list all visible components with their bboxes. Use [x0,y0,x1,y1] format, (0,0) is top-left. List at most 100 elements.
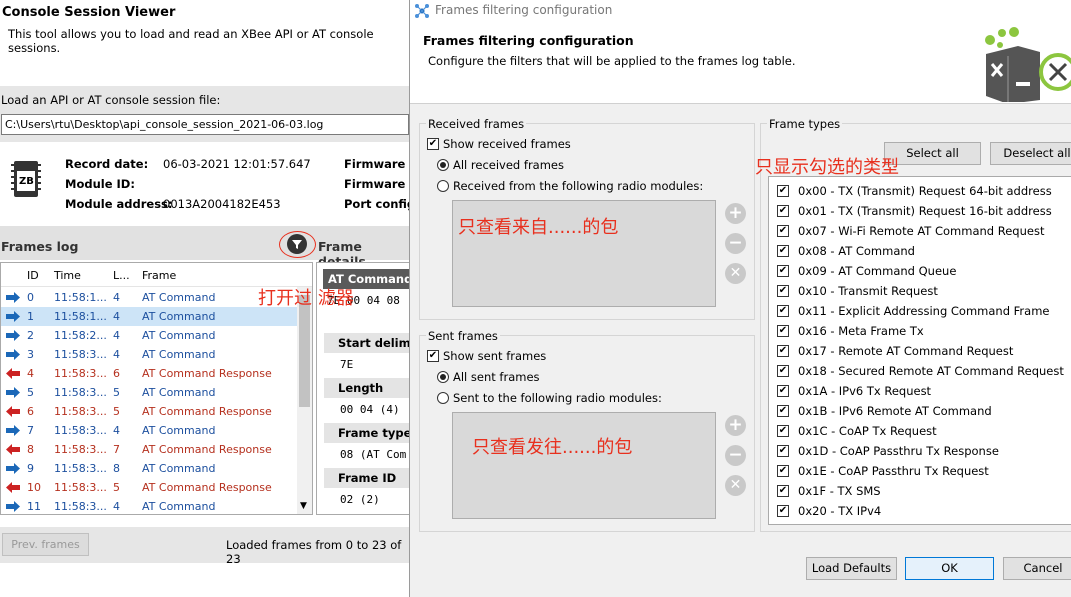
add-sent-module-button[interactable]: + [725,415,746,436]
frame-type-checkbox[interactable]: ✔ [777,305,789,317]
detail-field-value: 02 (2) [340,493,380,506]
all-received-radio[interactable] [437,159,449,171]
table-row[interactable]: 7 11:58:3... 4 AT Command [1,421,297,440]
frame-type-checkbox[interactable]: ✔ [777,205,789,217]
row-length: 5 [113,386,120,399]
frame-type-label: 0x20 - TX IPv4 [798,504,882,518]
row-id: 11 [27,500,41,513]
cancel-button[interactable]: Cancel [1003,557,1071,580]
table-row[interactable]: 1 11:58:1... 4 AT Command [1,307,297,326]
module-address-value: 0013A2004182E453 [163,197,281,211]
dialog-banner: Frames filtering configuration Configure… [410,22,1071,104]
frame-type-checkbox[interactable]: ✔ [777,225,789,237]
frame-type-label: 0x1A - IPv6 Tx Request [798,384,932,398]
clear-sent-modules-button[interactable]: ✕ [725,475,746,496]
frame-type-checkbox[interactable]: ✔ [777,325,789,337]
clear-received-modules-button[interactable]: ✕ [725,263,746,284]
row-length: 5 [113,481,120,494]
table-row[interactable]: 4 11:58:3... 6 AT Command Response [1,364,297,383]
row-frame: AT Command Response [142,367,272,380]
add-received-module-button[interactable]: + [725,203,746,224]
annotation-only-to: 只查看发往......的包 [472,437,633,458]
frame-type-label: 0x16 - Meta Frame Tx [798,324,924,338]
frame-type-checkbox[interactable]: ✔ [777,465,789,477]
table-row[interactable]: 2 11:58:2... 4 AT Command [1,326,297,345]
col-length[interactable]: L... [113,269,130,282]
row-length: 4 [113,424,120,437]
row-time: 11:58:3... [54,367,107,380]
row-time: 11:58:3... [54,348,107,361]
row-time: 11:58:3... [54,500,107,513]
frame-type-checkbox[interactable]: ✔ [777,425,789,437]
frame-type-checkbox[interactable]: ✔ [777,265,789,277]
table-row[interactable]: 6 11:58:3... 5 AT Command Response [1,402,297,421]
outgoing-arrow-icon [6,463,20,474]
row-id: 3 [27,348,34,361]
load-defaults-button[interactable]: Load Defaults [806,557,897,580]
frames-filter-dialog: Frames filtering configuration Frames fi… [409,0,1071,597]
table-row[interactable]: 11 11:58:3... 4 AT Command [1,497,297,514]
dialog-titlebar: Frames filtering configuration [410,0,1071,22]
frame-type-label: 0x10 - Transmit Request [798,284,938,298]
frame-type-checkbox[interactable]: ✔ [777,385,789,397]
table-row[interactable]: 8 11:58:3... 7 AT Command Response [1,440,297,459]
row-length: 6 [113,367,120,380]
table-row[interactable]: 3 11:58:3... 4 AT Command [1,345,297,364]
annotation-show-checked: 只显示勾选的类型 [755,157,899,178]
frame-type-checkbox[interactable]: ✔ [777,185,789,197]
scroll-down-icon[interactable]: ▼ [300,501,307,511]
col-time[interactable]: Time [54,269,81,282]
row-frame: AT Command [142,348,216,361]
record-date-value: 06-03-2021 12:01:57.647 [163,157,311,171]
row-id: 7 [27,424,34,437]
sent-modules-list[interactable] [452,412,716,519]
row-length: 4 [113,500,120,513]
ok-button[interactable]: OK [905,557,994,580]
outgoing-arrow-icon [6,311,20,322]
scrollbar-thumb[interactable] [299,295,310,407]
xbee-chip-icon: ZB [11,158,41,200]
table-row[interactable]: 9 11:58:3... 8 AT Command [1,459,297,478]
prev-frames-button[interactable]: Prev. frames [2,533,89,556]
tools-box-icon [985,27,1071,102]
show-sent-checkbox[interactable]: ✔ [427,350,439,362]
file-path-input[interactable]: C:\Users\rtu\Desktop\api_console_session… [1,114,409,135]
frame-type-label: 0x11 - Explicit Addressing Command Frame [798,304,1050,318]
remove-received-module-button[interactable]: − [725,233,746,254]
table-row[interactable]: 0 11:58:1... 4 AT Command [1,288,297,307]
remove-sent-module-button[interactable]: − [725,445,746,466]
frame-type-checkbox[interactable]: ✔ [777,405,789,417]
received-from-radio[interactable] [437,180,449,192]
received-frames-legend: Received frames [426,117,527,131]
show-received-checkbox[interactable]: ✔ [427,138,439,150]
row-frame: AT Command Response [142,405,272,418]
col-frame[interactable]: Frame [142,269,176,282]
frame-type-checkbox[interactable]: ✔ [777,505,789,517]
dialog-heading: Frames filtering configuration [423,33,634,48]
row-length: 4 [113,291,120,304]
table-row[interactable]: 10 11:58:3... 5 AT Command Response [1,478,297,497]
frame-type-label: 0x09 - AT Command Queue [798,264,957,278]
frame-type-checkbox[interactable]: ✔ [777,485,789,497]
deselect-all-button[interactable]: Deselect all [990,142,1071,165]
sent-to-radio[interactable] [437,392,449,404]
detail-field-header: Frame ID [324,468,410,488]
row-id: 2 [27,329,34,342]
frame-types-list[interactable]: ✔ 0x00 - TX (Transmit) Request 64-bit add… [768,176,1071,525]
frame-type-checkbox[interactable]: ✔ [777,245,789,257]
module-id-label: Module ID: [65,177,135,191]
table-row[interactable]: 5 11:58:3... 5 AT Command [1,383,297,402]
row-frame: AT Command Response [142,443,272,456]
all-sent-radio[interactable] [437,371,449,383]
frame-type-checkbox[interactable]: ✔ [777,445,789,457]
frames-log-title: Frames log [1,239,79,254]
frame-type-checkbox[interactable]: ✔ [777,285,789,297]
frame-type-checkbox[interactable]: ✔ [777,345,789,357]
row-frame: AT Command [142,500,216,513]
incoming-arrow-icon [6,444,20,455]
frame-type-checkbox[interactable]: ✔ [777,365,789,377]
received-from-label: Received from the following radio module… [453,179,704,193]
table-scrollbar[interactable]: ▼ [297,287,312,514]
row-length: 5 [113,405,120,418]
col-id[interactable]: ID [27,269,39,282]
